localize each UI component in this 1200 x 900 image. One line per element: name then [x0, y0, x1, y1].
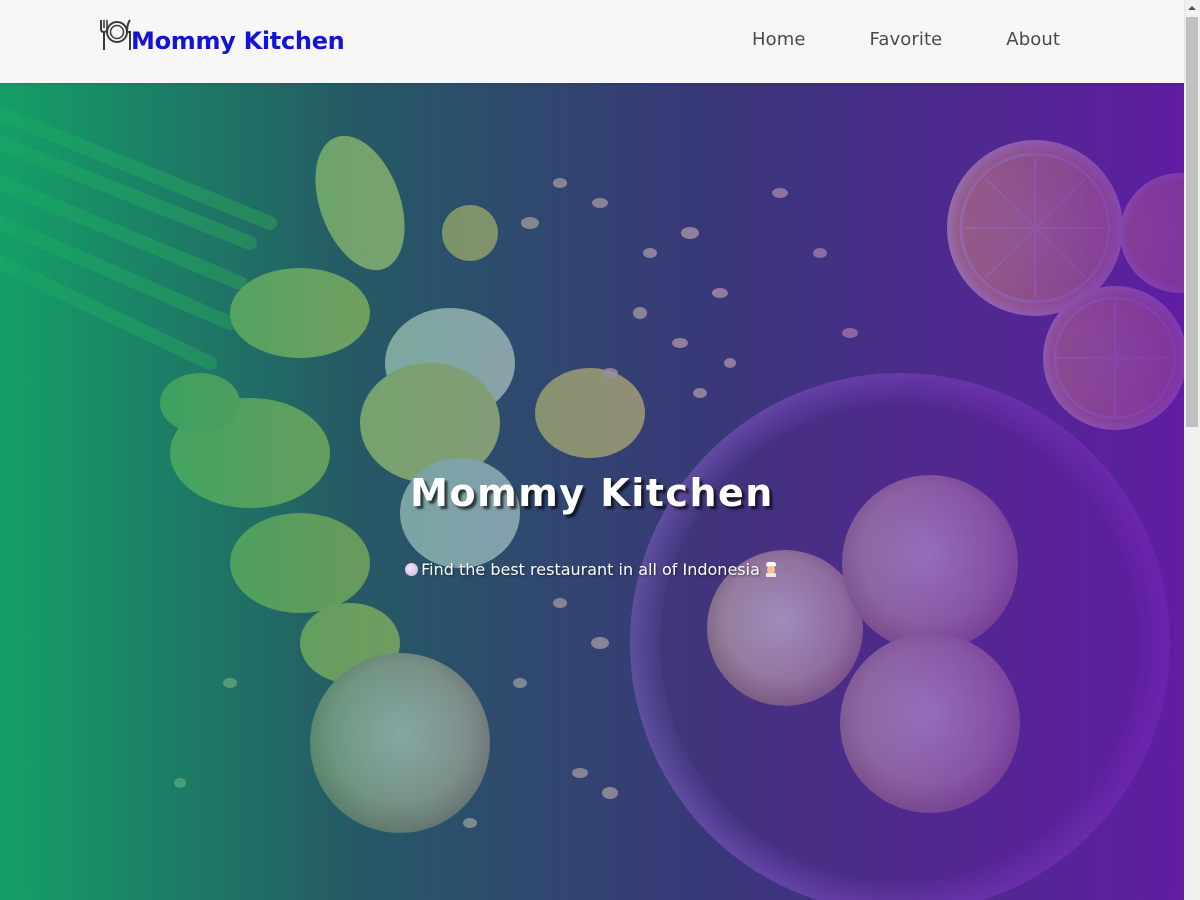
page-scrollbar[interactable] — [1184, 0, 1200, 900]
white-circle-emoji-icon — [405, 563, 419, 576]
app-header: Mommy Kitchen Home Favorite About — [0, 0, 1184, 83]
scrollbar-thumb[interactable] — [1186, 17, 1198, 427]
brand-name: Mommy Kitchen — [131, 27, 345, 55]
hero-tagline-text: Find the best restaurant in all of Indon… — [421, 560, 760, 579]
nav-link-home[interactable]: Home — [752, 29, 806, 50]
hero-tagline: Find the best restaurant in all of Indon… — [0, 560, 1184, 579]
nav-link-about[interactable]: About — [1006, 29, 1060, 50]
hero-title: Mommy Kitchen — [410, 471, 774, 515]
restaurant-plate-icon — [100, 19, 131, 50]
hero-section: Mommy Kitchen Find the best restaurant i… — [0, 83, 1184, 900]
scroll-up-arrow-icon[interactable] — [1184, 0, 1200, 16]
nav-link-favorite[interactable]: Favorite — [870, 29, 943, 50]
brand-logo-link[interactable]: Mommy Kitchen — [99, 17, 345, 55]
chef-emoji-icon — [765, 562, 776, 577]
main-nav: Home Favorite About — [752, 29, 1060, 50]
